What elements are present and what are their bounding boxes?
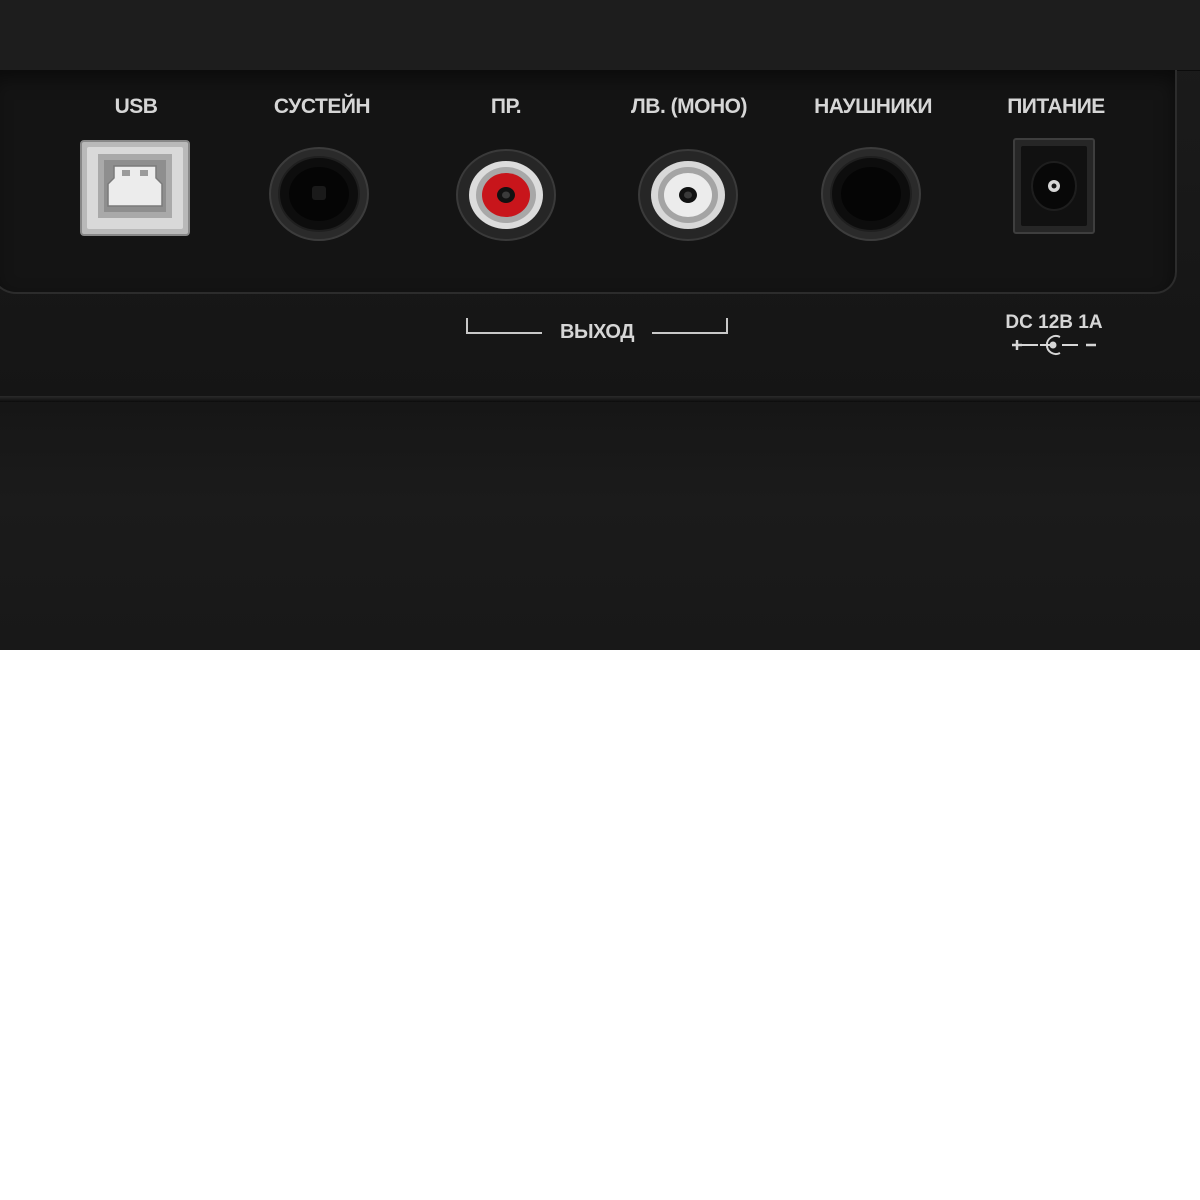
- device-rear-panel-photo: USB СУСТЕЙН ПР. ЛВ. (МОНО) НАУШНИКИ ПИТА…: [0, 0, 1200, 650]
- dc-spec-label: DC 12В 1А: [1005, 312, 1103, 333]
- sustain-label: СУСТЕЙН: [273, 95, 371, 118]
- dc-power-socket-icon[interactable]: [1013, 138, 1095, 238]
- panel-top-edge: [0, 0, 1200, 71]
- output-left-mono-label: ЛВ. (МОНО): [631, 95, 747, 118]
- center-positive-polarity-icon: [1008, 334, 1100, 356]
- headphones-jack-icon[interactable]: [820, 146, 922, 246]
- bracket-right-line: [652, 318, 728, 334]
- rca-right-socket-icon[interactable]: [455, 148, 557, 246]
- output-group-label: ВЫХОД: [560, 321, 634, 343]
- output-right-label: ПР.: [490, 95, 522, 118]
- usb-label: USB: [114, 95, 158, 118]
- connector-panel: USB СУСТЕЙН ПР. ЛВ. (МОНО) НАУШНИКИ ПИТА…: [0, 0, 1200, 398]
- rca-left-mono-socket-icon[interactable]: [637, 148, 739, 246]
- bracket-left-line: [466, 318, 542, 334]
- power-label: ПИТАНИЕ: [1007, 95, 1105, 118]
- lower-housing: [0, 402, 1200, 650]
- usb-b-port-icon[interactable]: [80, 140, 190, 240]
- headphones-label: НАУШНИКИ: [814, 95, 932, 118]
- sustain-jack-icon[interactable]: [268, 146, 370, 246]
